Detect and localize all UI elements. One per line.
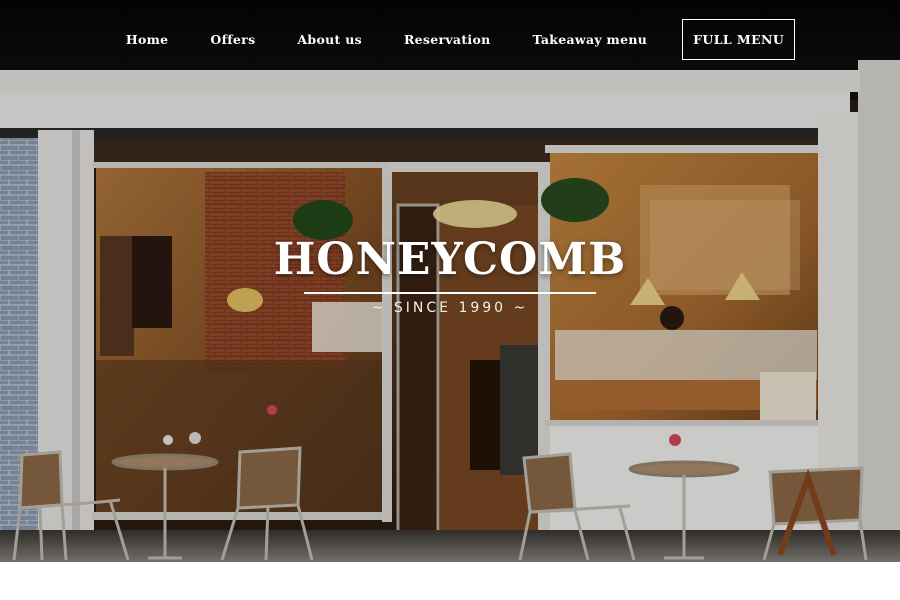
nav-item-about-us[interactable]: About us	[297, 32, 362, 47]
hero-section: Home Offers About us Reservation Takeawa…	[0, 0, 900, 562]
brand-divider	[304, 292, 596, 294]
nav-item-offers[interactable]: Offers	[210, 32, 255, 47]
brand-block: HONEYCOMB ~ SINCE 1990 ~	[0, 232, 900, 316]
nav-item-takeaway-menu[interactable]: Takeaway menu	[532, 32, 647, 47]
full-menu-button[interactable]: FULL MENU	[682, 18, 796, 60]
brand-title: HONEYCOMB	[273, 234, 627, 285]
brand-subtitle: ~ SINCE 1990 ~	[371, 299, 529, 316]
page-content-area	[0, 562, 900, 600]
nav-item-home[interactable]: Home	[126, 32, 169, 47]
main-nav: Home Offers About us Reservation Takeawa…	[0, 0, 900, 78]
nav-item-reservation[interactable]: Reservation	[404, 32, 491, 47]
